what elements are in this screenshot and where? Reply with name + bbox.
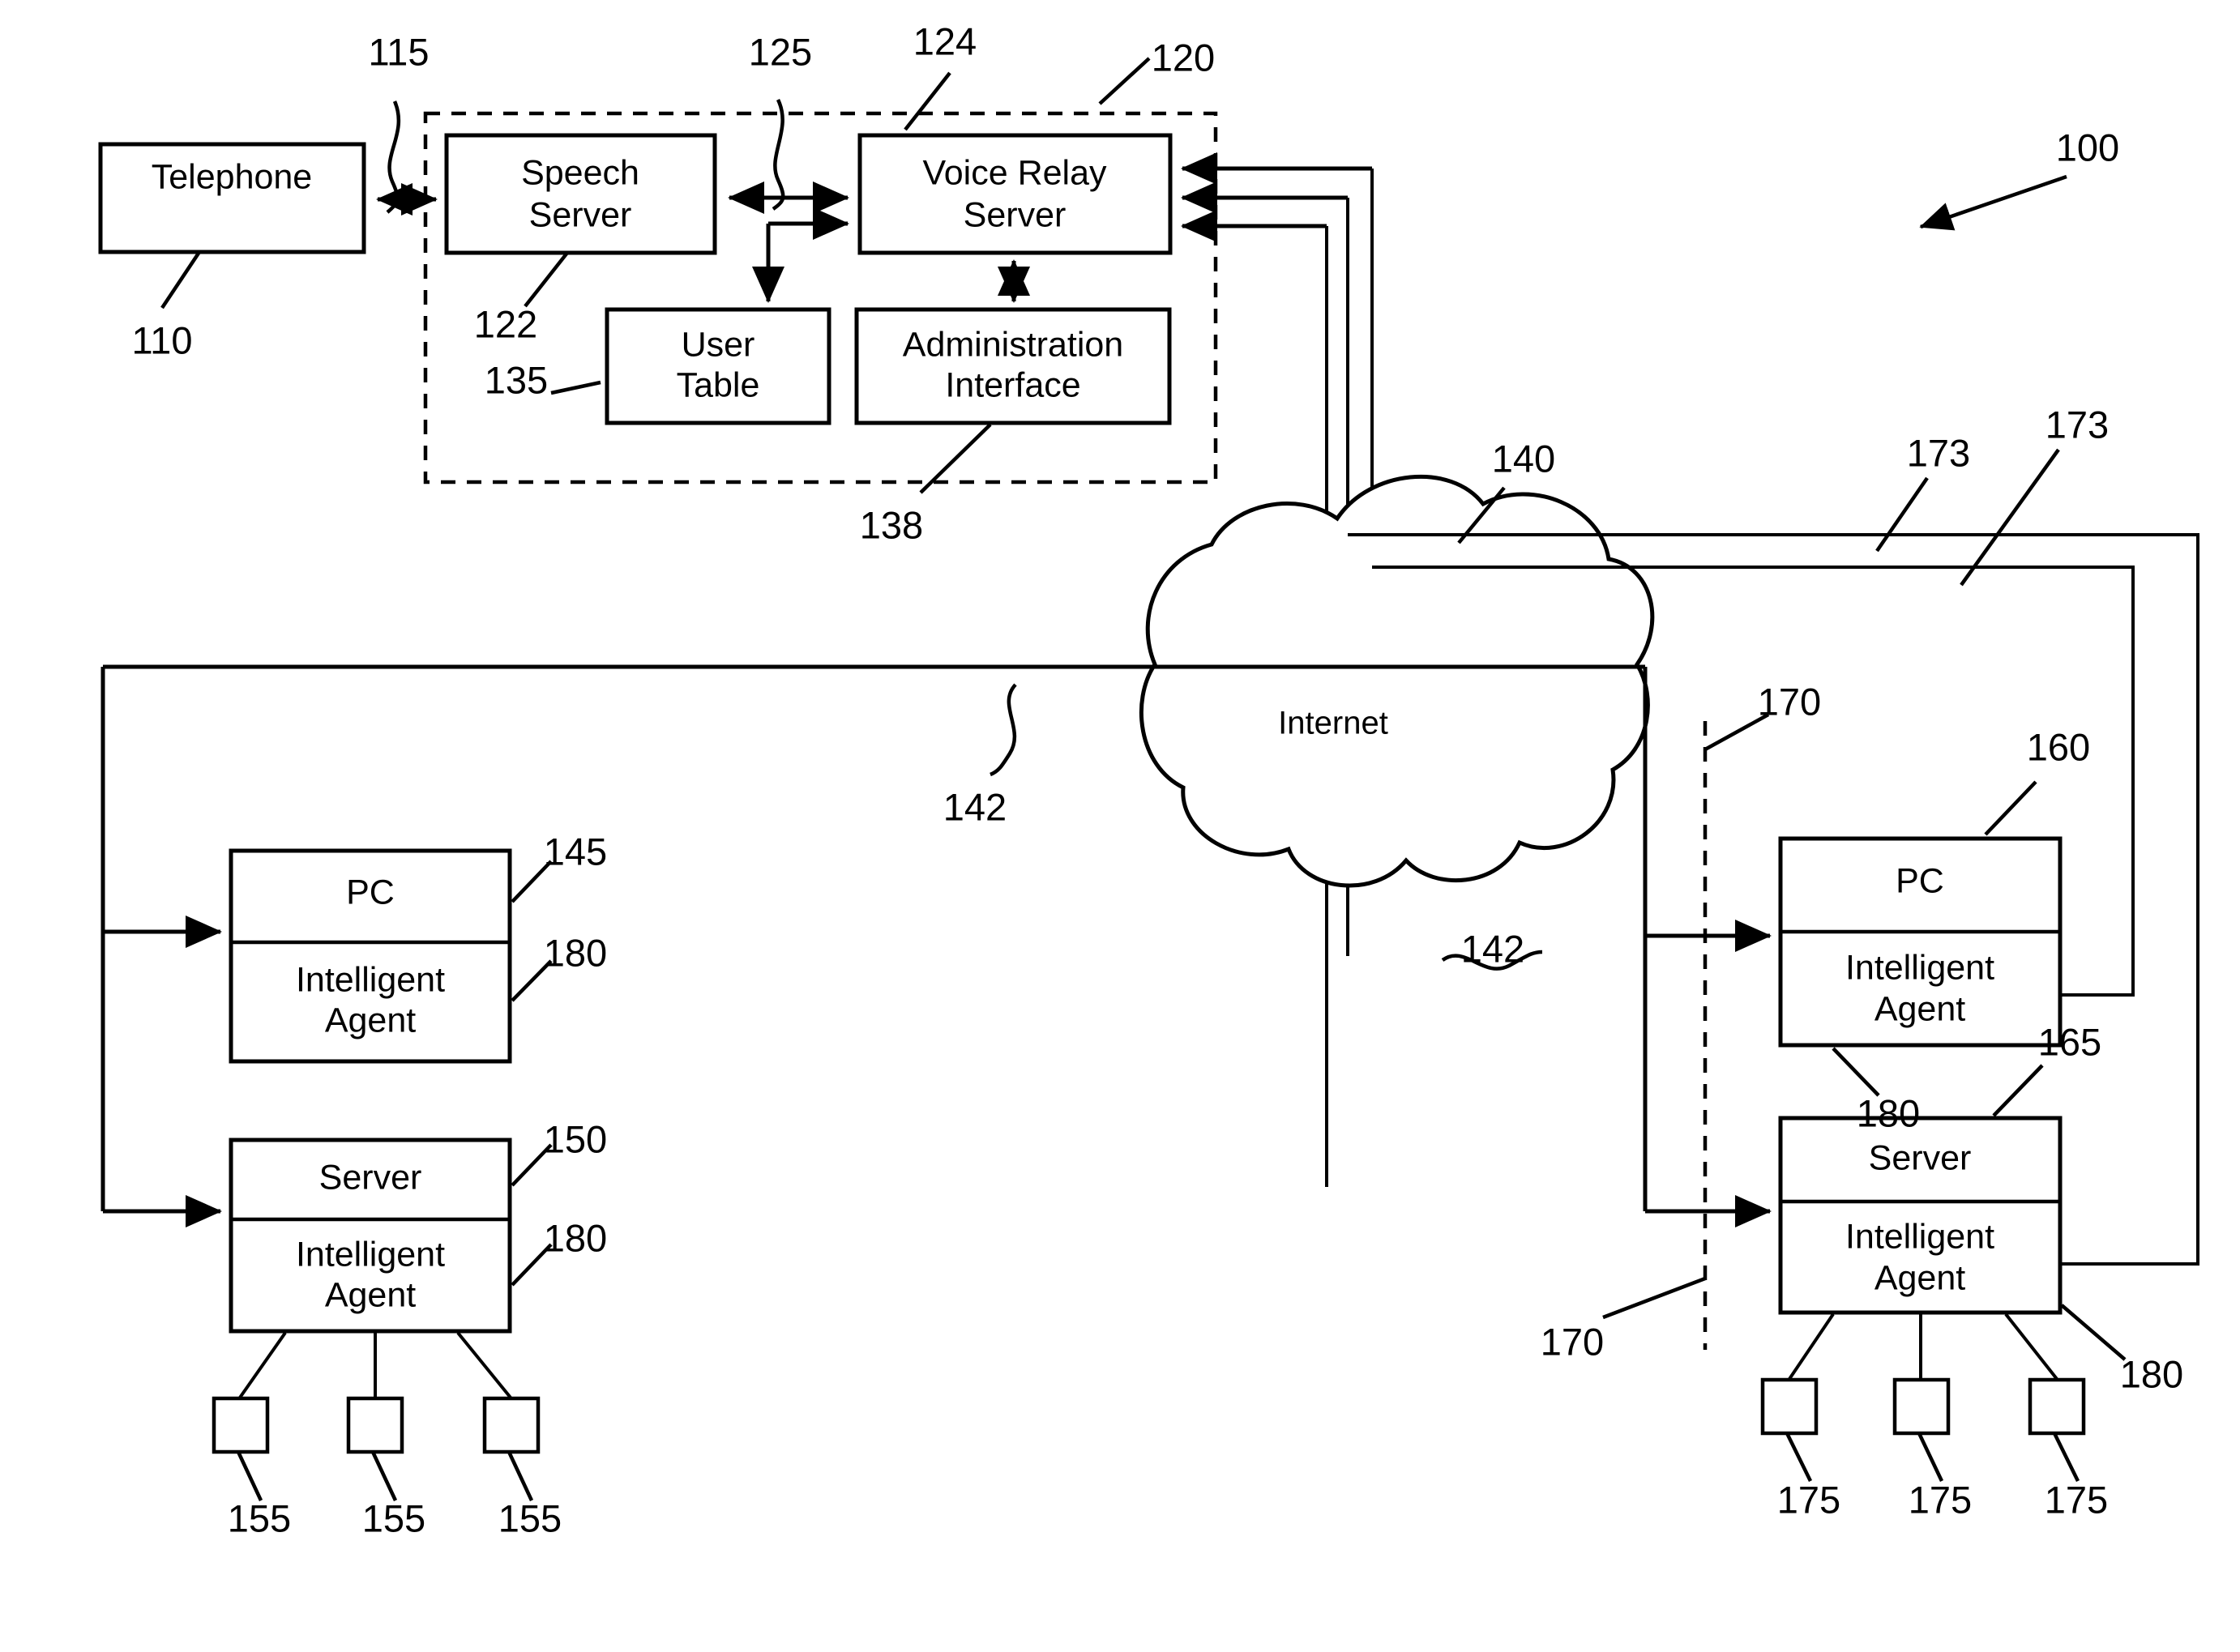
remote-terminal-group xyxy=(1760,1313,2086,1436)
ref-155b: 155 xyxy=(362,1496,425,1539)
ref-175b: 175 xyxy=(1909,1478,1972,1521)
remote-server-agent-label-line2: Agent xyxy=(1875,1258,1965,1297)
local-pc-node[interactable]: PC Intelligent Agent xyxy=(229,848,512,1064)
remote-terminal-wire-3 xyxy=(2004,1313,2058,1381)
administration-interface-label-line2: Interface xyxy=(945,365,1080,404)
ref-180a: 180 xyxy=(544,931,607,974)
local-server-agent-label-line2: Agent xyxy=(325,1275,416,1314)
ref-115: 115 xyxy=(369,30,430,73)
local-terminal-group xyxy=(212,1331,541,1454)
ref-155b-leader xyxy=(370,1451,398,1501)
network-architecture-diagram: Telephone Speech Server Voice Relay Serv… xyxy=(98,19,2199,1539)
speech-server-label-line2: Server xyxy=(529,195,632,234)
ref-135-leader xyxy=(550,380,601,395)
internet-label: Internet xyxy=(1278,706,1388,741)
remote-terminal-3[interactable] xyxy=(2028,1377,2086,1436)
voice-relay-server-label-line1: Voice Relay xyxy=(922,153,1107,192)
ref-155c-leader xyxy=(507,1451,534,1501)
ref-180d: 180 xyxy=(2120,1352,2183,1395)
ref-173a: 173 xyxy=(1907,431,1970,474)
ref-100-leader xyxy=(1919,174,2067,231)
remote-server-agent-label-line1: Intelligent xyxy=(1845,1217,1994,1256)
remote-pc-node[interactable]: PC Intelligent Agent xyxy=(1778,836,2063,1048)
local-terminal-3[interactable] xyxy=(482,1396,541,1454)
ref-124: 124 xyxy=(913,19,977,62)
ref-122: 122 xyxy=(474,302,537,345)
ref-165-leader xyxy=(1992,1064,2044,1117)
ref-138: 138 xyxy=(860,503,923,546)
internet-cloud xyxy=(1139,474,1655,888)
user-table-node[interactable]: User Table xyxy=(605,307,831,425)
remote-pc-agent-label-line2: Agent xyxy=(1875,989,1965,1028)
administration-interface-label-line1: Administration xyxy=(903,325,1123,364)
ref-180c: 180 xyxy=(1857,1091,1920,1134)
ref-110-leader xyxy=(160,250,201,309)
ref-142b: 142 xyxy=(1461,927,1524,970)
ref-175b-leader xyxy=(1917,1432,1944,1482)
local-pc-agent-label-line1: Intelligent xyxy=(296,960,445,999)
ref-173b: 173 xyxy=(2045,403,2109,446)
ref-120: 120 xyxy=(1152,36,1215,79)
ref-122-leader xyxy=(524,251,569,308)
ref-135: 135 xyxy=(485,358,548,401)
remote-pc-label: PC xyxy=(1896,861,1944,900)
ref-145: 145 xyxy=(544,830,607,873)
ref-173a-leader xyxy=(1875,476,1929,553)
speech-relay-squiggle xyxy=(772,99,785,211)
local-server-label: Server xyxy=(319,1158,422,1197)
ref-180c-leader xyxy=(1832,1047,1880,1097)
ref-170a: 170 xyxy=(1758,680,1821,723)
ref-160: 160 xyxy=(2027,725,2090,768)
local-terminal-wire-1 xyxy=(238,1331,287,1399)
ref-165: 165 xyxy=(2038,1020,2101,1063)
ref-173b-leader xyxy=(1960,448,2060,587)
ref-140: 140 xyxy=(1492,437,1555,480)
ref-125: 125 xyxy=(749,30,812,73)
local-pc-label: PC xyxy=(346,873,395,911)
remote-terminal-1[interactable] xyxy=(1760,1377,1819,1436)
patent-figure-canvas: Telephone Speech Server Voice Relay Serv… xyxy=(0,0,2240,1652)
ref-120-leader xyxy=(1098,57,1151,105)
voice-relay-server-label-line2: Server xyxy=(964,195,1067,234)
remote-server-node[interactable]: Server Intelligent Agent xyxy=(1778,1116,2063,1315)
remote-terminal-2[interactable] xyxy=(1892,1377,1951,1436)
ref-175c-leader xyxy=(2052,1432,2080,1482)
ref-100: 100 xyxy=(2056,126,2119,169)
voice-relay-server-node[interactable]: Voice Relay Server xyxy=(857,133,1173,255)
remote-server-label: Server xyxy=(1869,1138,1972,1177)
speech-server-node[interactable]: Speech Server xyxy=(444,133,717,255)
ref-110: 110 xyxy=(132,318,193,361)
local-server-node[interactable]: Server Intelligent Agent xyxy=(229,1138,512,1334)
local-terminal-wire-3 xyxy=(456,1331,512,1399)
ref-155a-leader xyxy=(236,1451,263,1501)
local-pc-agent-label-line2: Agent xyxy=(325,1001,416,1039)
telephone-speech-squiggle xyxy=(386,100,400,214)
local-server-agent-label-line1: Intelligent xyxy=(296,1235,445,1274)
ref-180d-leader xyxy=(2060,1304,2127,1361)
ref-175c: 175 xyxy=(2045,1478,2108,1521)
local-terminal-2[interactable] xyxy=(346,1396,404,1454)
telephone-label: Telephone xyxy=(152,157,312,196)
ref-175a-leader xyxy=(1785,1432,1813,1482)
telephone-node[interactable]: Telephone xyxy=(98,142,366,254)
internet-left-squiggle xyxy=(990,683,1017,777)
ref-170b: 170 xyxy=(1541,1320,1604,1363)
remote-terminal-wire-1 xyxy=(1788,1313,1835,1381)
speech-server-label-line1: Speech xyxy=(521,153,639,192)
ref-138-leader xyxy=(919,423,992,494)
ref-124-leader xyxy=(904,71,951,131)
ref-155c: 155 xyxy=(498,1496,562,1539)
ref-160-leader xyxy=(1984,780,2037,836)
remote-pc-agent-label-line1: Intelligent xyxy=(1845,948,1994,987)
local-terminal-1[interactable] xyxy=(212,1396,270,1454)
user-table-label-line1: User xyxy=(682,325,755,364)
user-table-label-line2: Table xyxy=(677,365,760,404)
ref-170b-leader xyxy=(1602,1276,1706,1320)
ref-142a: 142 xyxy=(943,785,1007,828)
administration-interface-node[interactable]: Administration Interface xyxy=(854,307,1172,425)
ref-150: 150 xyxy=(544,1117,607,1160)
ref-180b: 180 xyxy=(544,1216,607,1259)
ref-155a: 155 xyxy=(228,1496,291,1539)
ref-175a: 175 xyxy=(1777,1478,1840,1521)
